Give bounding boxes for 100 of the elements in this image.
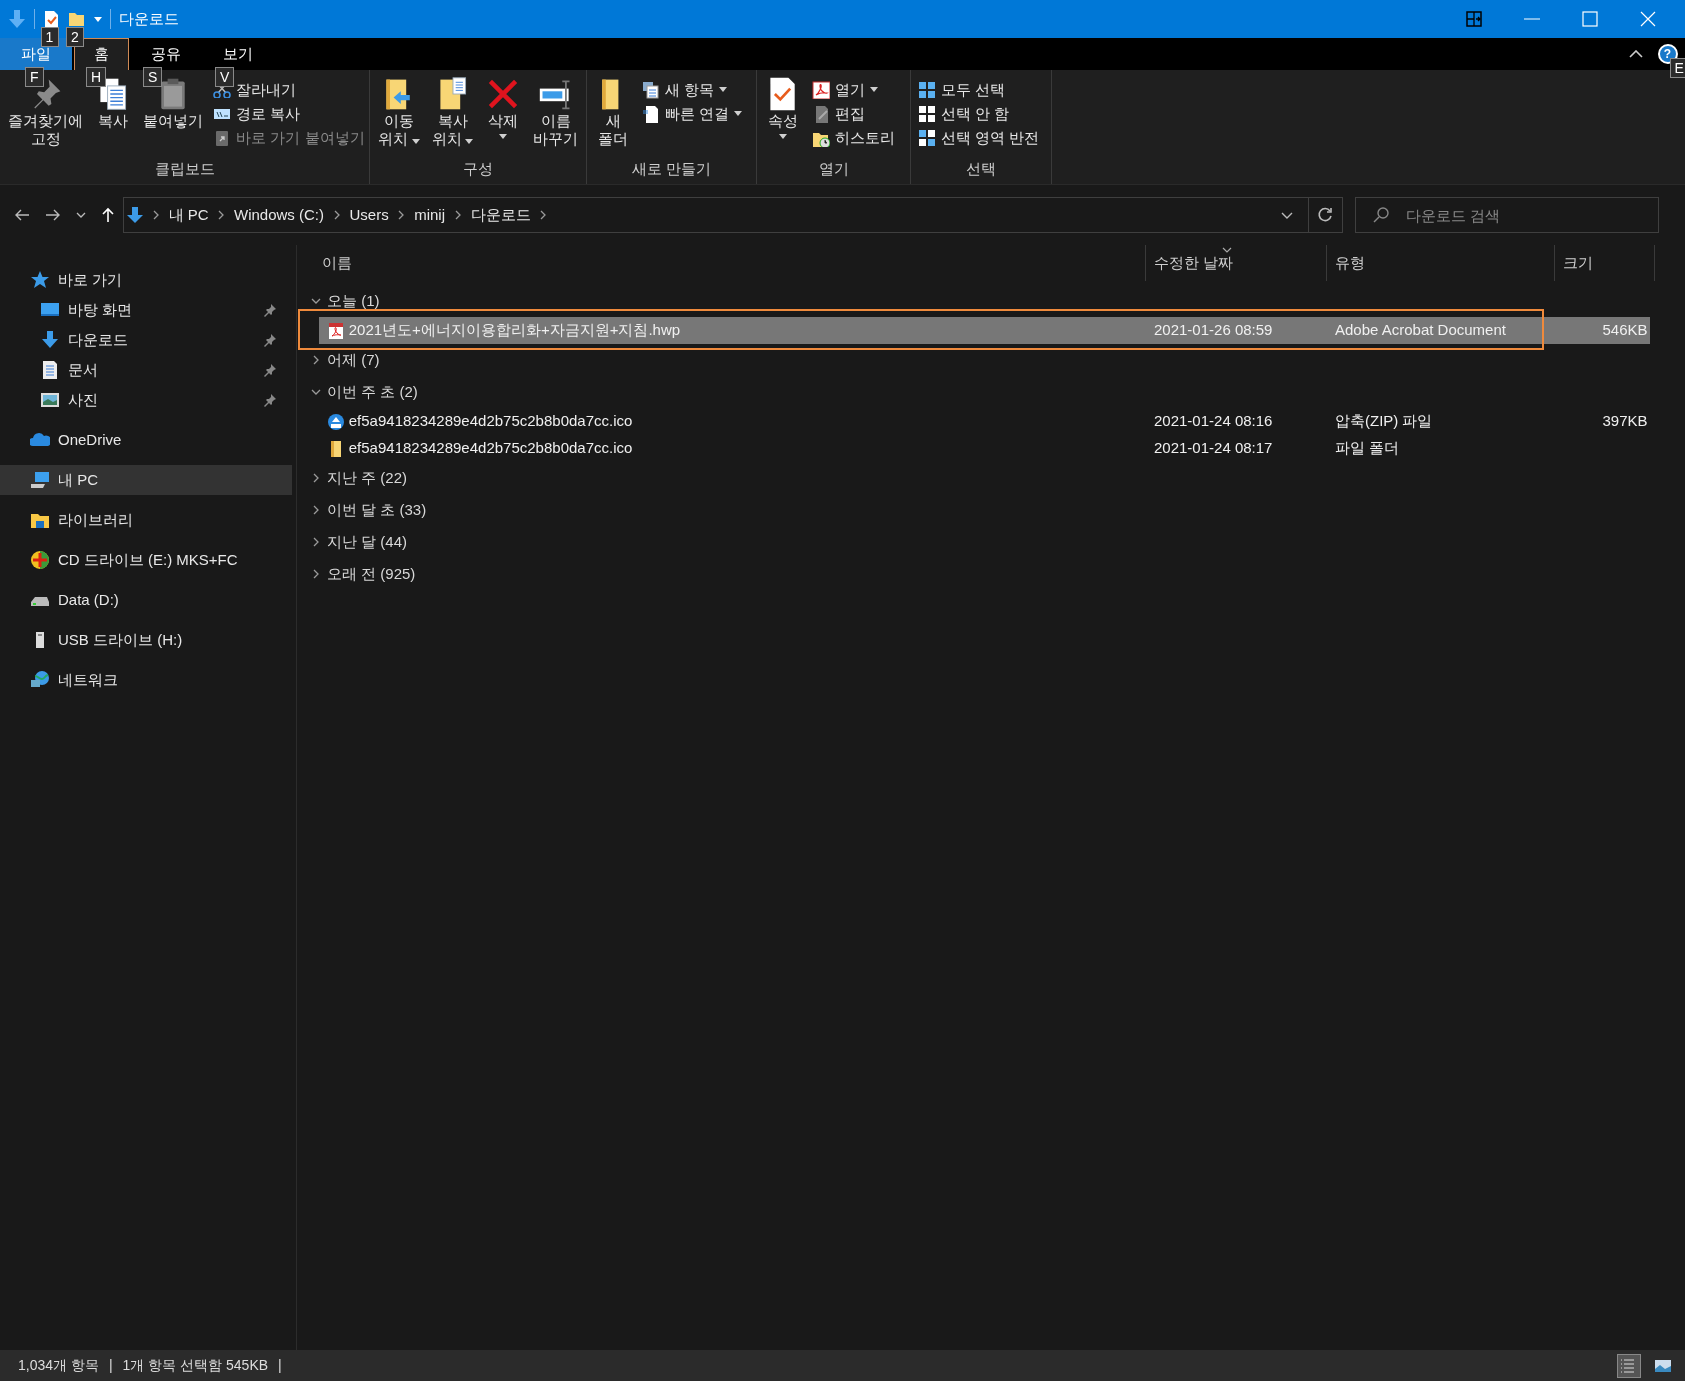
forward-arrow-icon[interactable] bbox=[45, 208, 61, 222]
breadcrumb-item[interactable]: minij bbox=[410, 203, 450, 227]
ribbon-button[interactable]: 선택 안 함 bbox=[915, 101, 1043, 126]
nav-item[interactable]: 바로 가기 bbox=[0, 265, 292, 295]
close-icon[interactable] bbox=[1640, 11, 1656, 27]
pin-icon bbox=[263, 363, 277, 377]
nav-item[interactable]: 라이브러리 bbox=[0, 505, 292, 535]
refresh-icon bbox=[1317, 207, 1333, 223]
keytip: V bbox=[215, 67, 235, 87]
ribbon-tab[interactable]: 보기 bbox=[203, 38, 273, 70]
ribbon-button[interactable]: 이름 바꾸기 bbox=[529, 74, 582, 150]
ribbon-button[interactable]: 이동 위치 bbox=[374, 74, 424, 152]
ribbon-button[interactable]: 모두 선택 bbox=[915, 77, 1043, 102]
folder-icon[interactable] bbox=[68, 10, 86, 28]
group-header[interactable]: 이번 주 초 (2) bbox=[297, 376, 1685, 408]
snap-layout-icon[interactable] bbox=[1466, 11, 1482, 27]
ribbon-button[interactable]: 선택 영역 반전 bbox=[915, 125, 1043, 150]
ribbon-tab[interactable]: 공유 bbox=[131, 38, 201, 70]
file-name: 2021년도+에너지이용합리화+자금지원+지침.hwp bbox=[348, 320, 681, 341]
file-name: ef5a9418234289e4d2b75c2b8b0da7cc.ico bbox=[348, 438, 633, 459]
invert-selection-icon bbox=[918, 128, 936, 147]
ribbon-button[interactable]: 빠른 연결 bbox=[638, 101, 745, 126]
dropdown-chevron-icon[interactable] bbox=[1280, 211, 1293, 219]
group-label: 선택 bbox=[965, 159, 997, 179]
computer-icon bbox=[30, 470, 50, 490]
file-name: ef5a9418234289e4d2b75c2b8b0da7cc.ico bbox=[348, 411, 633, 432]
ribbon-button[interactable]: 속성 bbox=[761, 74, 805, 141]
ribbon-button[interactable]: 복사 위치 bbox=[427, 74, 478, 152]
status-text: | bbox=[278, 1356, 282, 1375]
column-header[interactable]: 크기 bbox=[1555, 245, 1655, 281]
nav-item[interactable]: 문서 bbox=[0, 355, 292, 385]
keytip: 1 bbox=[40, 27, 59, 47]
breadcrumb-item[interactable]: Windows (C:) bbox=[230, 203, 329, 227]
search-icon bbox=[1372, 207, 1389, 223]
help-button[interactable]: ? bbox=[1657, 44, 1678, 64]
ribbon-button[interactable]: 경로 복사 bbox=[210, 101, 368, 126]
breadcrumb-item[interactable]: 내 PC bbox=[164, 203, 213, 227]
ribbon-button[interactable]: 히스토리 bbox=[808, 125, 898, 150]
nav-item[interactable]: 다운로드 bbox=[0, 325, 292, 355]
ribbon-button[interactable]: 삭제 bbox=[481, 74, 526, 141]
keytip: 2 bbox=[66, 27, 84, 47]
file-row[interactable]: 2021년도+에너지이용합리화+자금지원+지침.hwp 2021-01-26 08:59 Adobe Acrobat Document 546KB bbox=[319, 317, 1650, 344]
ribbon-button[interactable]: 편집 bbox=[808, 101, 898, 126]
pdf-file-icon bbox=[327, 321, 345, 340]
nav-item[interactable]: 바탕 화면 bbox=[0, 295, 292, 325]
search-field[interactable]: 다운로드 검색 bbox=[1354, 197, 1659, 233]
image-icon bbox=[40, 390, 60, 410]
refresh-button[interactable] bbox=[1308, 197, 1343, 233]
zip-file-icon bbox=[327, 412, 345, 431]
status-text: | bbox=[108, 1356, 113, 1375]
ribbon-button[interactable]: 새 폴더 bbox=[591, 74, 635, 150]
group-header[interactable]: 지난 주 (22) bbox=[297, 462, 1685, 494]
group-label: 클립보드 bbox=[153, 159, 216, 179]
ribbon-button[interactable]: 열기 bbox=[808, 77, 898, 102]
file-row[interactable]: ef5a9418234289e4d2b75c2b8b0da7cc.ico 2021-01-24 08:17 파일 폴더 bbox=[319, 435, 1650, 462]
keytip: H bbox=[86, 67, 107, 87]
size-cell: 397KB bbox=[1602, 412, 1648, 430]
ribbon-button[interactable]: 새 항목 bbox=[638, 77, 745, 102]
collapse-chevron-icon[interactable] bbox=[1628, 50, 1643, 58]
nav-item[interactable]: CD 드라이브 (E:) MKS+FC bbox=[0, 545, 292, 575]
chevron-icon bbox=[311, 296, 321, 306]
down-arrow-icon bbox=[40, 330, 60, 350]
nav-item[interactable]: Data (D:) bbox=[0, 585, 292, 615]
nav-item[interactable]: 사진 bbox=[0, 385, 292, 415]
document-icon bbox=[40, 360, 60, 380]
down-arrow-icon bbox=[127, 206, 144, 224]
caret-icon[interactable] bbox=[93, 16, 102, 22]
pin-icon bbox=[263, 393, 277, 407]
file-row[interactable]: ef5a9418234289e4d2b75c2b8b0da7cc.ico 2021-01-24 08:16 압축(ZIP) 파일 397KB bbox=[319, 408, 1650, 435]
nav-item[interactable]: 네트워크 bbox=[0, 665, 292, 695]
date-cell-text: 2021-01-24 08:17 bbox=[1153, 438, 1274, 459]
address-bar[interactable]: 내 PC Windows (C:) Users minij 다운로드 bbox=[122, 197, 1309, 233]
back-arrow-icon[interactable] bbox=[14, 208, 30, 222]
group-header[interactable]: 오래 전 (925) bbox=[297, 558, 1685, 590]
chevron-icon bbox=[311, 569, 321, 579]
breadcrumb-item[interactable]: Users bbox=[345, 203, 393, 227]
pin-icon bbox=[263, 333, 277, 347]
chevron-icon bbox=[311, 473, 321, 483]
group-header[interactable]: 이번 달 초 (33) bbox=[297, 494, 1685, 526]
chevron-icon bbox=[311, 355, 321, 365]
group-label: 열기 bbox=[817, 159, 850, 179]
group-header[interactable]: 지난 달 (44) bbox=[297, 526, 1685, 558]
maximize-icon[interactable] bbox=[1582, 11, 1598, 27]
window-title: 다운로드 bbox=[118, 8, 179, 29]
group-header[interactable]: 어제 (7) bbox=[297, 344, 1685, 376]
caret-icon[interactable] bbox=[76, 212, 86, 218]
group-header[interactable]: 오늘 (1) bbox=[297, 285, 1685, 317]
keytip: S bbox=[143, 67, 163, 87]
chevron-icon bbox=[311, 505, 321, 515]
nav-item[interactable]: 내 PC bbox=[0, 465, 292, 495]
column-header[interactable]: 유형 bbox=[1327, 245, 1555, 281]
nav-item[interactable]: USB 드라이브 (H:) bbox=[0, 625, 292, 655]
checkmark-page-icon[interactable] bbox=[42, 10, 61, 28]
type-cell-text: 압축(ZIP) 파일 bbox=[1334, 411, 1434, 432]
type-cell-text: Adobe Acrobat Document bbox=[1334, 320, 1507, 341]
column-header[interactable]: 수정한 날짜 bbox=[1146, 245, 1327, 281]
column-header[interactable]: 이름 bbox=[297, 245, 1146, 281]
nav-item[interactable]: OneDrive bbox=[0, 425, 292, 455]
up-arrow-icon[interactable] bbox=[101, 207, 115, 223]
breadcrumb-item[interactable]: 다운로드 bbox=[466, 203, 535, 227]
